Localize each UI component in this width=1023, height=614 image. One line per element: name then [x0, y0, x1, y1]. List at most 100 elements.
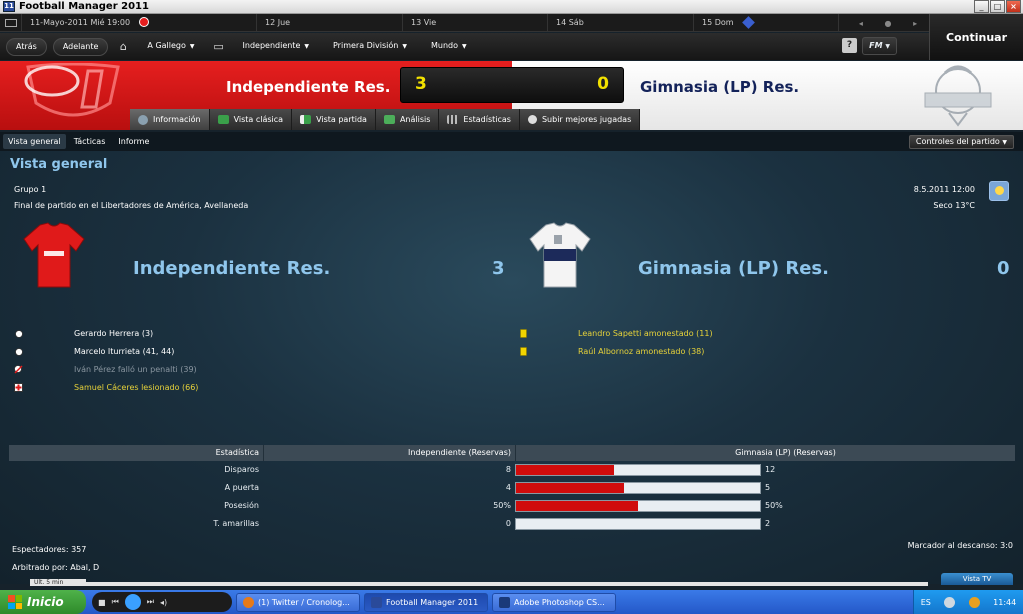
tab-informacion[interactable]: Información: [130, 109, 210, 130]
security-icon[interactable]: [968, 596, 980, 608]
match-ticker-strip[interactable]: [30, 582, 928, 586]
stat-label: A puerta: [224, 483, 259, 492]
manager-menu[interactable]: A Gallego ▼: [138, 38, 203, 56]
home-event-row[interactable]: Samuel Cáceres lesionado (66): [14, 379, 314, 397]
stop-icon[interactable]: ■: [98, 598, 106, 607]
home-event-row[interactable]: Iván Pérez falló un penalti (39): [14, 361, 314, 379]
away-team-name[interactable]: Gimnasia (LP) Res.: [640, 78, 799, 96]
inbox-icon[interactable]: ▭: [210, 38, 228, 56]
pitch-icon: [217, 115, 229, 124]
subtab-informe[interactable]: Informe: [113, 134, 154, 149]
calendar-day-15[interactable]: 15 Dom: [694, 13, 839, 32]
tv-view-button[interactable]: Vista TV: [941, 573, 1013, 585]
stat-label: Disparos: [224, 465, 259, 474]
play-icon[interactable]: [124, 594, 141, 610]
system-tray: ES 11:44: [913, 590, 1023, 614]
away-shirt-icon: [529, 222, 591, 288]
calendar-day-12[interactable]: 12 Jue: [257, 13, 403, 32]
club-menu[interactable]: Independiente ▼: [234, 38, 318, 56]
stat-home-value: 50%: [493, 501, 511, 510]
stat-home-value: 8: [505, 465, 511, 474]
volume-icon[interactable]: ◂): [160, 598, 167, 607]
tab-subir-jugadas[interactable]: Subir mejores jugadas: [519, 109, 641, 130]
last-minutes-tab[interactable]: Últ. 5 min: [30, 579, 86, 586]
minimize-button[interactable]: _: [974, 0, 989, 13]
maximize-button[interactable]: □: [990, 0, 1005, 13]
opponent-badge-icon: [742, 15, 755, 29]
stats-header-label: Estadística: [215, 448, 259, 457]
stat-label: T. amarillas: [213, 519, 259, 528]
match-controls-dropdown[interactable]: Controles del partido ▼: [908, 135, 1014, 149]
fm-app-icon: [371, 596, 382, 608]
away-team-big[interactable]: Gimnasia (LP) Res.: [638, 258, 829, 279]
calendar-day-14[interactable]: 14 Sáb: [548, 13, 694, 32]
home-icon[interactable]: ⌂: [114, 38, 132, 56]
home-team-name[interactable]: Independiente Res.: [226, 78, 390, 96]
page-title: Vista general: [10, 157, 108, 172]
analysis-icon: [383, 115, 395, 124]
subtab-tacticas[interactable]: Tácticas: [69, 134, 111, 149]
chevron-down-icon: ▼: [304, 42, 309, 50]
weather-text: Seco 13°C: [933, 201, 975, 210]
chevron-down-icon: ▼: [885, 43, 890, 50]
yellow-card-icon: [519, 329, 528, 338]
next-track-icon[interactable]: ⏭: [147, 597, 154, 607]
tab-vista-clasica[interactable]: Vista clásica: [209, 109, 293, 130]
home-event-row[interactable]: Marcelo Iturrieta (41, 44): [14, 343, 314, 361]
window-title: Football Manager 2011: [19, 1, 149, 12]
help-button[interactable]: ?: [842, 38, 857, 53]
overview-panel: Vista general Grupo 1 Final de partido e…: [0, 151, 1023, 586]
missed-penalty-icon: [14, 365, 23, 374]
calendar-nav: ◂ ● ▸: [848, 14, 928, 32]
photoshop-icon: [499, 596, 510, 608]
world-menu[interactable]: Mundo ▼: [422, 38, 476, 56]
away-event-row[interactable]: Leandro Sapetti amonestado (11): [519, 325, 819, 343]
taskbar-item-fm[interactable]: Football Manager 2011: [364, 592, 488, 612]
prev-track-icon[interactable]: ⏮: [112, 597, 119, 607]
continue-button[interactable]: Continuar: [929, 14, 1023, 60]
tab-analisis[interactable]: Análisis: [375, 109, 440, 130]
away-events: Leandro Sapetti amonestado (11) Raúl Alb…: [519, 325, 819, 361]
calendar-bar: 11-Mayo-2011 Mié 19:00 12 Jue 13 Vie 14 …: [0, 13, 1023, 32]
taskbar-item-twitter[interactable]: (1) Twitter / Cronolog...: [236, 592, 360, 612]
home-team-big[interactable]: Independiente Res.: [133, 258, 330, 279]
network-icon[interactable]: [944, 596, 956, 608]
subtab-vista-general[interactable]: Vista general: [3, 134, 66, 149]
venue-text: Final de partido en el Libertadores de A…: [14, 201, 249, 210]
taskbar-item-photoshop[interactable]: Adobe Photoshop CS...: [492, 592, 616, 612]
chevron-down-icon: ▼: [402, 42, 407, 50]
sub-tabs: Vista general Tácticas Informe Controles…: [0, 132, 1023, 151]
referee-text: Arbitrado por: Abal, D: [12, 563, 100, 572]
back-button[interactable]: Atrás: [6, 37, 47, 56]
home-event-row[interactable]: Gerardo Herrera (3): [14, 325, 314, 343]
upload-icon: [527, 115, 537, 124]
away-event-row[interactable]: Raúl Albornoz amonestado (38): [519, 343, 819, 361]
sun-weather-icon: [989, 181, 1009, 201]
start-button[interactable]: Inicio: [0, 590, 86, 614]
language-indicator[interactable]: ES: [921, 598, 931, 607]
league-menu[interactable]: Primera División ▼: [324, 38, 416, 56]
calendar-prev-icon[interactable]: ◂: [859, 19, 863, 28]
calendar-today-icon[interactable]: ●: [885, 19, 892, 28]
forward-button[interactable]: Adelante: [52, 37, 109, 56]
close-button[interactable]: ×: [1006, 0, 1021, 13]
tab-vista-partida[interactable]: Vista partida: [292, 109, 376, 130]
calendar-day-13[interactable]: 13 Vie: [403, 13, 548, 32]
calendar-next-icon[interactable]: ▸: [913, 19, 917, 28]
fm-menu-button[interactable]: FM ▼: [862, 37, 897, 55]
stat-bar: [515, 518, 761, 530]
calendar-icon[interactable]: [0, 13, 22, 32]
stat-bar-home-fill: [516, 483, 625, 493]
tab-estadisticas[interactable]: Estadísticas: [439, 109, 520, 130]
navigation-bar: Atrás Adelante ⌂ A Gallego ▼ ▭ Independie…: [0, 33, 929, 60]
match-stats-table: Estadística Independiente (Reservas) Gim…: [9, 445, 1015, 533]
stats-rows: Disparos 8 12 A puerta 4 5 Posesión 50% …: [9, 461, 1015, 533]
calendar-current-day[interactable]: 11-Mayo-2011 Mié 19:00: [22, 13, 257, 32]
away-score-big: 0: [997, 258, 1010, 279]
yellow-card-icon: [519, 347, 528, 356]
stats-header-home: Independiente (Reservas): [263, 445, 515, 461]
scoreboard: 3 0: [400, 67, 624, 103]
stat-home-value: 0: [505, 519, 511, 528]
match-date: 8.5.2011 12:00: [913, 185, 975, 194]
clock[interactable]: 11:44: [993, 598, 1016, 607]
